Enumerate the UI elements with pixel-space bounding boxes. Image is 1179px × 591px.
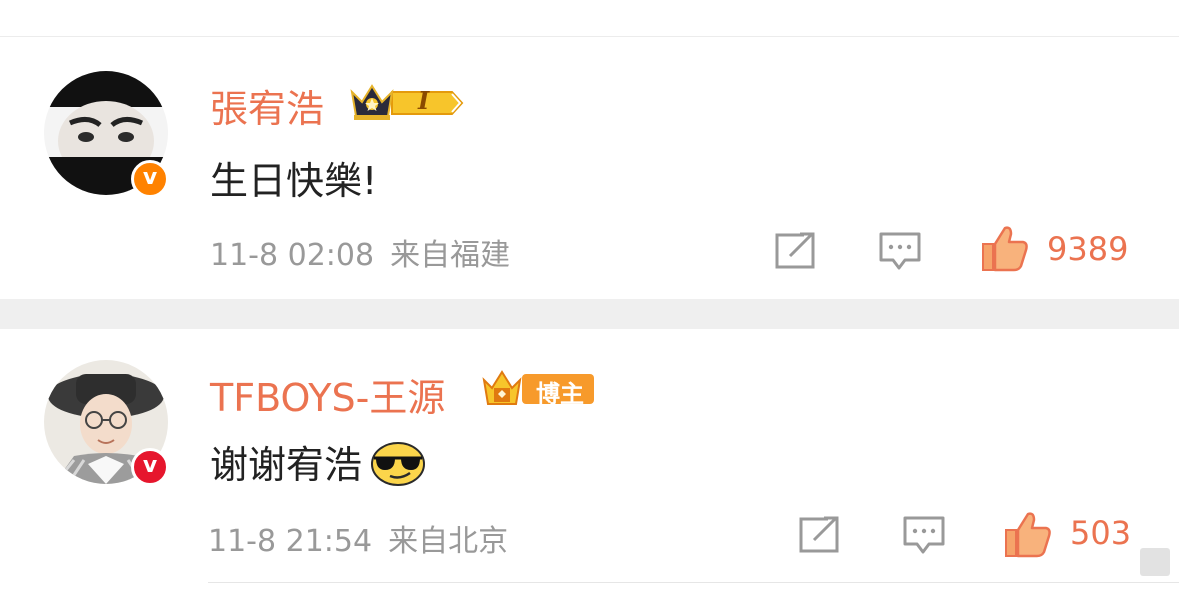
like-count: 9389 [1047,230,1129,268]
watermark-icon [1140,548,1170,576]
comment-icon [903,516,945,554]
comment-text: 谢谢宥浩 [210,434,426,490]
reply-button[interactable] [903,516,945,560]
cool-sunglasses-emoji-icon [371,441,426,486]
like-button[interactable] [1004,510,1052,562]
comment-meta: 11-8 21:54 来自北京 [208,516,508,560]
reply-button[interactable] [879,232,921,276]
verified-badge-icon: v [131,448,169,486]
comment-location: 来自福建 [390,238,511,273]
comment-location: 来自北京 [388,524,509,559]
comment-text-body: 谢谢宥浩 [210,443,363,487]
share-icon [775,232,815,269]
like-button[interactable] [981,224,1029,276]
level-badge-label: I [418,86,430,115]
comment-meta: 11-8 02:08 来自福建 [210,230,510,274]
comment-item: v TFBOYS-王源 博主 谢谢宥浩 11-8 21:54 来自北京 503 [0,330,1179,590]
comment-separator [0,299,1179,329]
bottom-divider [208,582,1179,583]
share-button[interactable] [774,232,816,274]
blogger-badge-label: 博主 [536,380,584,408]
verified-badge-icon: v [131,160,169,198]
comment-icon [879,232,921,270]
crown-icon [350,84,464,120]
comment-time: 11-8 21:54 [208,524,373,559]
comment-item: v 張宥浩 I 生日快樂! 11-8 02:08 来自福建 9389 [0,40,1179,300]
username[interactable]: 張宥浩 [210,78,324,133]
username[interactable]: TFBOYS-王源 [210,367,445,422]
share-button[interactable] [798,516,840,558]
comment-time: 11-8 02:08 [210,238,375,273]
comment-text: 生日快樂! [210,159,378,203]
share-icon [799,516,839,553]
top-divider [0,36,1179,37]
like-count: 503 [1070,514,1132,552]
thumbs-up-icon [982,226,1028,272]
blogger-badge: 博主 [482,368,596,410]
thumbs-up-icon [1005,512,1051,558]
vip-crown-badge: I [348,82,466,124]
